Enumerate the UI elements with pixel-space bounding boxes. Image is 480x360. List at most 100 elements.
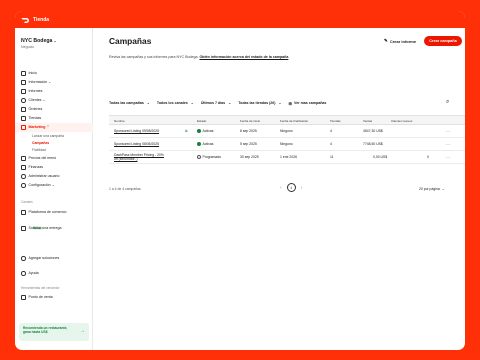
col-tiendas[interactable]: Tiendas xyxy=(330,119,341,123)
col-estado[interactable]: Estado xyxy=(197,119,206,123)
page-number-button[interactable]: 1 xyxy=(286,183,296,192)
start-date: 8 sep 2025 xyxy=(240,129,257,134)
campaigns-table: Nombre Estado Fecha de inicio Fecha de f… xyxy=(109,115,465,164)
chevron-down-icon: ⌄ xyxy=(441,187,445,191)
sidebar-item-tiendas[interactable]: Tiendas xyxy=(15,114,93,123)
store-count: 4 xyxy=(330,142,332,147)
platform-icon xyxy=(21,210,26,215)
start-date: 30 sep 2025 xyxy=(240,155,259,160)
store-name: NYC Bodega xyxy=(21,38,53,44)
pos-icon xyxy=(21,295,26,300)
pagination: ‹ 1 › xyxy=(275,183,307,192)
share-icon: ⧉ xyxy=(185,129,188,133)
filter-channels[interactable]: Todos los canales ⌄ xyxy=(157,101,194,105)
megaphone-icon xyxy=(21,125,26,130)
more-options-icon[interactable]: ⋯ xyxy=(446,155,450,160)
clock-icon xyxy=(197,155,201,160)
col-ventas[interactable]: Ventas xyxy=(363,119,372,123)
referral-promo[interactable]: Recomienda un restaurante, gana hasta US… xyxy=(19,323,89,341)
sidebar-item-precios[interactable]: Precios del menú xyxy=(15,154,93,163)
home-icon xyxy=(21,71,26,76)
arrow-right-icon: → xyxy=(80,328,85,334)
sidebar-item-clientes[interactable]: Clientes ⌄ xyxy=(15,96,93,105)
sidebar-item-administrar[interactable]: Administrar usuario xyxy=(15,172,93,181)
sales-value: 4547,30 US$ xyxy=(363,129,383,134)
sidebar-item-agregar[interactable]: Agregar soluciones xyxy=(15,254,93,263)
canales-label: Canales xyxy=(21,200,33,204)
check-circle-icon xyxy=(197,129,201,134)
intro-text: Revisa las campañas y sus informes para … xyxy=(109,55,289,59)
users-icon xyxy=(21,98,26,103)
store-subtitle: Negocio xyxy=(21,45,35,49)
sidebar-item-informes[interactable]: Informes xyxy=(15,87,93,96)
sidebar-item-inicio[interactable]: Inicio xyxy=(15,69,93,78)
status-badge: Activas xyxy=(197,142,213,147)
sidebar-item-pos[interactable]: Punto de venta xyxy=(15,293,93,302)
status-badge: Programado xyxy=(197,155,221,160)
campaign-status-link[interactable]: Obtén información acerca del estado de l… xyxy=(200,55,289,59)
table-header: Nombre Estado Fecha de inicio Fecha de f… xyxy=(109,115,465,125)
store-count: 4 xyxy=(330,129,332,134)
chevron-right-icon[interactable]: › xyxy=(301,185,303,191)
top-bar: Tienda xyxy=(15,11,465,28)
chevron-down-icon: ⌄ xyxy=(53,38,57,43)
campaign-name-link[interactable]: Sponsored Listing 08/05/2025 xyxy=(114,142,159,146)
report-icon xyxy=(21,89,26,94)
filter-campaigns[interactable]: Todas las campañas ⌄ xyxy=(109,101,150,105)
table-row[interactable]: DashPass Member Pricing - 20% off (second… xyxy=(109,151,465,164)
sales-value: 7748,50 US$ xyxy=(363,142,383,147)
search-icon[interactable]: ⌕ xyxy=(446,99,449,106)
plus-icon xyxy=(21,256,26,261)
status-badge: Activas xyxy=(197,129,213,134)
gear-icon xyxy=(21,183,26,188)
sidebar-item-marketing[interactable]: Marketing ⌃ xyxy=(15,123,93,132)
store-switcher[interactable]: NYC Bodega⌄ Negocio xyxy=(21,38,57,49)
view-more-campaigns-button[interactable]: ⊞ Ver mas campañas xyxy=(289,101,327,106)
more-options-icon[interactable]: ⋯ xyxy=(446,142,450,147)
col-fin[interactable]: Fecha de finalización xyxy=(280,119,308,123)
sales-value: 0,00 US$ xyxy=(373,155,388,160)
sidebar-item-solicitar[interactable]: Solicitar una entrega xyxy=(15,224,93,233)
doordash-logo-icon xyxy=(21,17,29,23)
menu-icon xyxy=(21,156,26,161)
check-circle-icon xyxy=(197,142,201,147)
sidebar-subitem-fidelidad[interactable]: Fidelidad xyxy=(32,148,46,152)
table-row[interactable]: Sponsored Listing 09/08/2025 ⧉ Activas 8… xyxy=(109,125,465,138)
new-customers: 0 xyxy=(427,155,429,160)
sidebar-item-ayuda[interactable]: Ayuda xyxy=(15,269,93,278)
per-page-select[interactable]: 20 por página ⌄ xyxy=(419,187,445,191)
end-date: 1 ene 2026 xyxy=(280,155,297,160)
sidebar-item-configuracion[interactable]: Configuración ⌄ xyxy=(15,181,93,190)
more-options-icon[interactable]: ⋯ xyxy=(446,129,450,134)
sidebar-item-finanzas[interactable]: Finanzas xyxy=(15,163,93,172)
chevron-down-icon: ⌄ xyxy=(146,101,150,105)
results-summary: 1 a 4 de 4 campañas xyxy=(109,187,141,191)
end-date: Ninguno xyxy=(280,142,293,147)
create-report-button[interactable]: ✎ Crear informe xyxy=(384,38,416,44)
campaign-name-link[interactable]: DashPass Member Pricing - 20% off (second… xyxy=(114,153,164,161)
sidebar-item-informacion[interactable]: Información ⌄ xyxy=(15,78,93,87)
sidebar-subitem-lanzar[interactable]: Lanzar una campaña xyxy=(32,134,64,138)
delivery-icon xyxy=(21,226,26,231)
sidebar-item-ordenes[interactable]: Órdenes xyxy=(15,105,93,114)
brand-label: Tienda xyxy=(33,16,50,23)
filter-stores[interactable]: Todas las tiendas (26) ⌄ xyxy=(238,101,281,105)
grid-icon: ⊞ xyxy=(288,100,293,106)
sidebar: NYC Bodega⌄ Negocio Inicio Información ⌄ … xyxy=(15,28,93,350)
filter-date[interactable]: Últimos 7 días ⌄ xyxy=(201,101,231,105)
promo-line2: gana hasta US$ xyxy=(23,330,48,335)
col-nombre[interactable]: Nombre xyxy=(114,119,125,123)
page-title: Campañas xyxy=(109,36,152,46)
create-campaign-button[interactable]: Crear campaña xyxy=(424,36,462,46)
herramientas-label: Herramientas del vendedor xyxy=(21,286,60,290)
chevron-down-icon: ⌄ xyxy=(228,101,232,105)
col-clientes[interactable]: Clientes nuevos xyxy=(391,119,412,123)
table-row[interactable]: Sponsored Listing 08/05/2025 Activas 5 s… xyxy=(109,138,465,151)
sidebar-subitem-campanas[interactable]: Campañas xyxy=(32,141,49,145)
orders-icon xyxy=(21,107,26,112)
chevron-left-icon[interactable]: ‹ xyxy=(280,185,282,191)
col-inicio[interactable]: Fecha de inicio xyxy=(240,119,260,123)
chevron-down-icon: ⌄ xyxy=(278,101,282,105)
chevron-down-icon: ⌄ xyxy=(190,101,194,105)
campaign-name-link[interactable]: Sponsored Listing 09/08/2025 xyxy=(114,129,159,133)
